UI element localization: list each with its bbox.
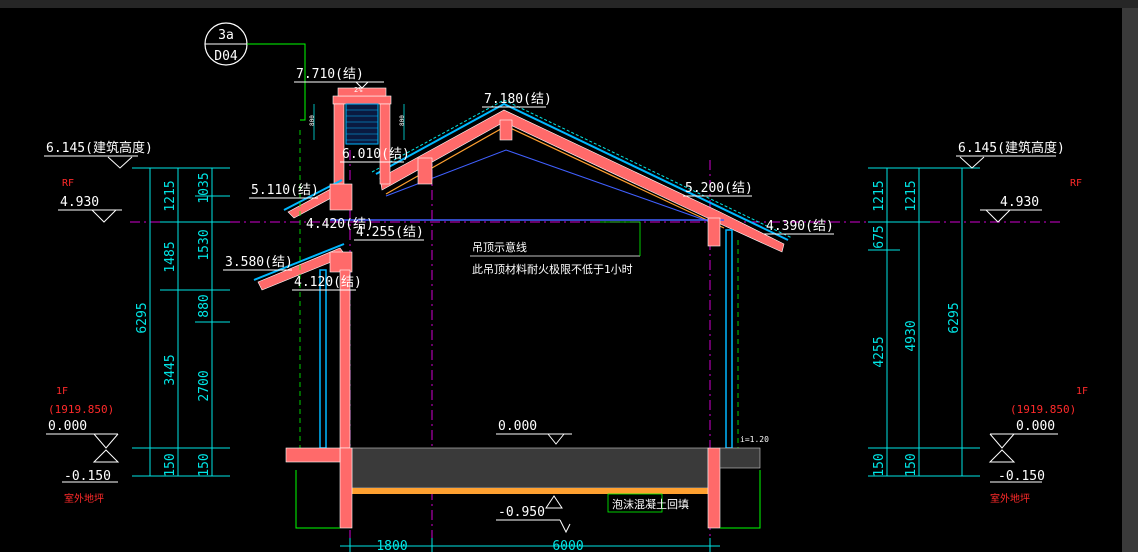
right-eave-upper-level: 5.200(结) xyxy=(685,181,753,196)
left-dim-1215: 1215 xyxy=(163,180,178,211)
vertical-scrollbar[interactable] xyxy=(1122,8,1138,552)
left-rf-label: RF xyxy=(62,178,74,189)
left-dim-150-inner: 150 xyxy=(197,453,212,476)
ceiling-fire-note: 此吊顶材料耐火极限不低于1小时 xyxy=(472,262,633,276)
chimney: 800 800 xyxy=(309,87,406,205)
left-dim-3445: 3445 xyxy=(163,354,178,385)
left-1f-abs: (1919.850) xyxy=(48,403,114,416)
slope-note: 2% xyxy=(354,86,363,94)
left-dim-2700: 2700 xyxy=(197,370,212,401)
cad-canvas[interactable]: 3a D04 6295 150 1215 1485 3445 150 1035 … xyxy=(0,8,1122,552)
bottom-dim-6000: 6000 xyxy=(552,539,583,552)
detail-callout: 3a D04 xyxy=(204,22,306,121)
ridge-level: 7.180(结) xyxy=(484,92,552,107)
main-roof xyxy=(371,99,793,253)
walls xyxy=(299,130,739,449)
right-eave-lower-level: 4.390(结) xyxy=(766,219,834,234)
callout-top-text: 3a xyxy=(218,28,234,43)
upper-left-eave-level: 6.010(结) xyxy=(342,147,410,162)
right-dim-4255: 4255 xyxy=(872,336,887,367)
chimney-top-level: 7.710(结) xyxy=(296,67,364,82)
svg-text:800: 800 xyxy=(399,115,406,126)
right-dim-4930: 4930 xyxy=(904,320,919,351)
right-level-marks: 6.145(建筑高度) RF 4.930 1F (1919.850) 0.000… xyxy=(956,140,1088,505)
left-eave-level: 5.110(结) xyxy=(251,183,319,198)
right-dim-1215-b: 1215 xyxy=(904,180,919,211)
lower-left-level-2: 4.120(结) xyxy=(294,275,362,290)
lower-left-level: 3.580(结) xyxy=(225,255,293,270)
top-bar xyxy=(0,0,1138,8)
right-dim-675: 675 xyxy=(872,225,887,248)
slope-tag: i=1.20 xyxy=(740,435,769,444)
left-dim-6295: 6295 xyxy=(135,302,150,333)
right-dimensions: 1215 675 4255 150 1215 4930 150 6295 xyxy=(868,167,980,477)
ceiling-notes: 吊顶示意线 此吊顶材料耐火极限不低于1小时 xyxy=(470,221,641,276)
right-building-height: 6.145(建筑高度) xyxy=(958,140,1065,156)
right-outdoor-label: 室外地坪 xyxy=(990,492,1030,505)
right-1f-abs: (1919.850) xyxy=(1010,403,1076,416)
building-section: 800 800 0.000 -0.950 泡沫混凝土回填 i=1.20 吊顶示意… xyxy=(253,87,793,534)
left-outdoor-label: 室外地坪 xyxy=(64,492,104,505)
mid-left-level-2: 4.255(结) xyxy=(356,225,424,240)
left-dim-1035: 1035 xyxy=(197,172,212,203)
bottom-dim-1800: 1800 xyxy=(376,539,407,552)
left-rf-value: 4.930 xyxy=(60,195,99,210)
left-dim-1530: 1530 xyxy=(197,229,212,260)
svg-text:800: 800 xyxy=(309,115,316,126)
left-dimensions: 6295 150 1215 1485 3445 150 1035 1530 88… xyxy=(132,167,230,477)
right-dim-150-b: 150 xyxy=(904,453,919,476)
left-1f-label: 1F xyxy=(56,386,68,397)
right-dim-150-a: 150 xyxy=(872,453,887,476)
pit-level-value: -0.950 xyxy=(498,505,545,520)
bottom-dimensions: 1800 6000 xyxy=(340,538,720,552)
right-dim-1215-a: 1215 xyxy=(872,180,887,211)
left-dim-1485: 1485 xyxy=(163,241,178,272)
right-1f-value: 0.000 xyxy=(1016,419,1055,434)
floor-level-value: 0.000 xyxy=(498,419,537,434)
left-dim-880: 880 xyxy=(197,294,212,317)
left-dim-150-outer: 150 xyxy=(163,453,178,476)
right-rf-label: RF xyxy=(1070,178,1082,189)
right-dim-6295: 6295 xyxy=(947,302,962,333)
callout-bottom-text: D04 xyxy=(214,49,238,64)
section-drawing: 3a D04 6295 150 1215 1485 3445 150 1035 … xyxy=(44,22,1088,552)
fill-note: 泡沫混凝土回填 xyxy=(612,497,689,511)
left-building-height: 6.145(建筑高度) xyxy=(46,140,153,156)
right-rf-value: 4.930 xyxy=(1000,195,1039,210)
right-1f-label: 1F xyxy=(1076,386,1088,397)
left-1f-value: 0.000 xyxy=(48,419,87,434)
ceiling-line-note: 吊顶示意线 xyxy=(472,240,527,254)
